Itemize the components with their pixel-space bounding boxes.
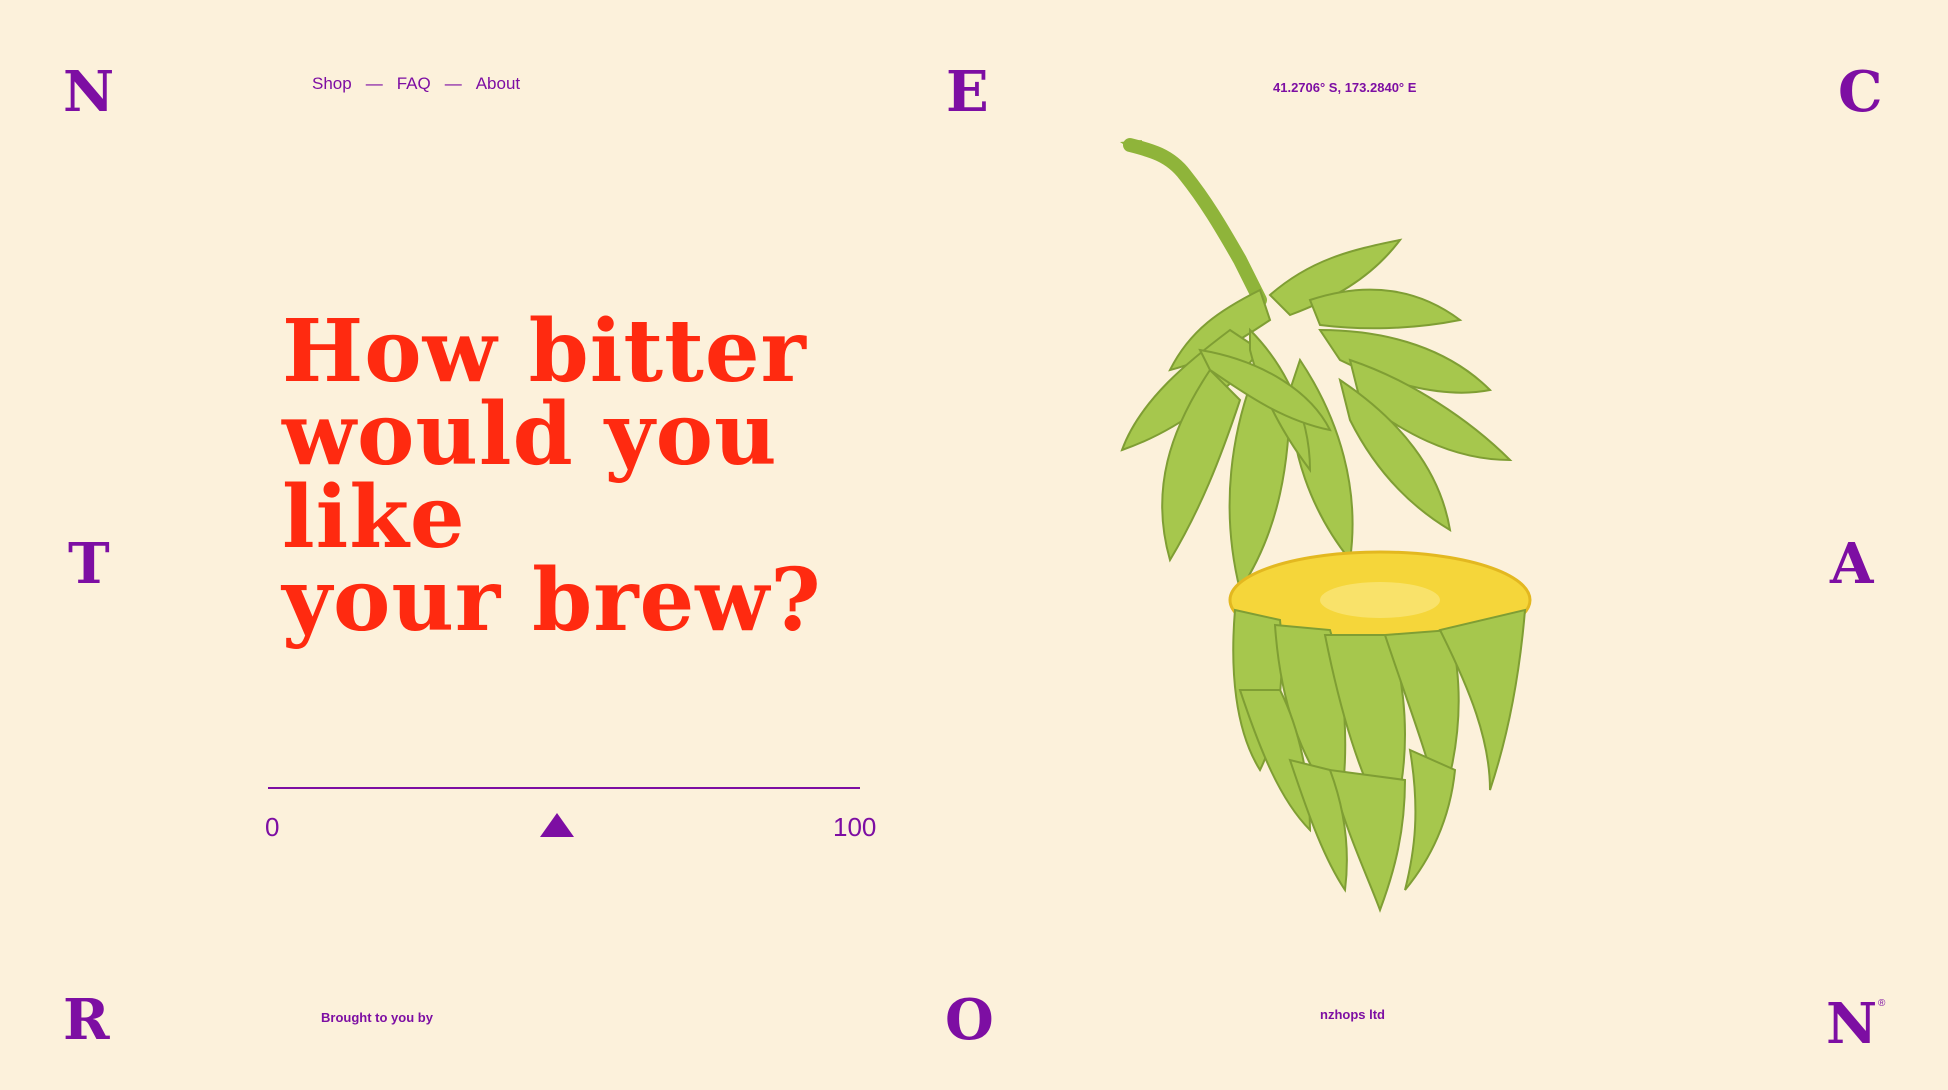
- nav-faq-link[interactable]: FAQ: [397, 74, 431, 94]
- nav-about-link[interactable]: About: [476, 74, 520, 94]
- logo-letter-c-top-right: C: [1838, 59, 1883, 125]
- headline-line-2: would you like: [282, 384, 778, 568]
- page-headline: How bitter would you like your brew?: [282, 301, 982, 651]
- slider-min-label: 0: [265, 812, 280, 842]
- headline-line-3: your brew?: [282, 550, 822, 651]
- footer-company-name: nzhops ltd: [1320, 1007, 1385, 1022]
- logo-letter-e-top-center: E: [946, 59, 989, 125]
- bitterness-slider-thumb-icon[interactable]: [540, 813, 574, 837]
- logo-letter-a-mid-right: A: [1830, 531, 1874, 597]
- nav-separator: —: [444, 74, 462, 93]
- logo-letter-t-mid-left: T: [68, 531, 110, 597]
- registered-mark: ®: [1878, 998, 1886, 1009]
- logo-letter-o-bottom-center: O: [945, 987, 994, 1053]
- logo-letter-n-top-left: N: [63, 59, 115, 125]
- hop-cone-illustration: [1120, 138, 1532, 913]
- logo-letter-n-bottom-right: N: [1826, 991, 1878, 1057]
- headline-line-1: How bitter: [282, 301, 807, 402]
- bitterness-slider-track[interactable]: [268, 787, 860, 789]
- nav-separator: —: [365, 74, 383, 93]
- main-nav: Shop — FAQ — About: [312, 74, 520, 94]
- footer-brought-by: Brought to you by: [321, 1010, 433, 1025]
- nav-shop-link[interactable]: Shop: [312, 74, 352, 94]
- location-coordinates: 41.2706° S, 173.2840° E: [1273, 80, 1417, 95]
- logo-letter-r-bottom-left: R: [63, 987, 110, 1053]
- slider-max-label: 100: [833, 812, 877, 842]
